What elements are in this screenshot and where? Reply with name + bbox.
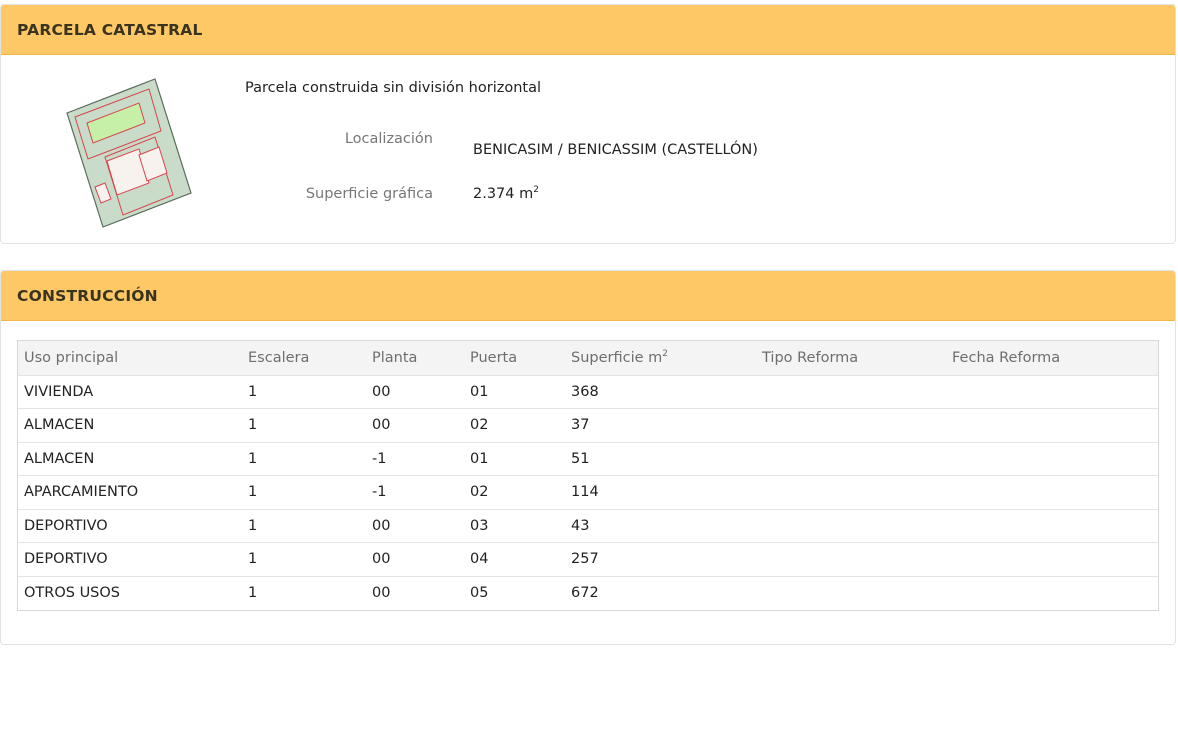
parcela-catastral-panel: PARCELA CATASTRAL Parcela construida sin… xyxy=(0,4,1176,244)
cell-superficie: 37 xyxy=(571,417,590,434)
cell-escalera: 1 xyxy=(248,417,258,434)
cell-tipo-reforma xyxy=(756,509,946,543)
cell-escalera: 1 xyxy=(248,551,258,568)
superficie-grafica-value: 2.374 m2 xyxy=(473,186,539,202)
col-header-superficie-exponent: 2 xyxy=(662,348,669,359)
cell-puerta: 05 xyxy=(470,585,489,601)
superficie-grafica-number: 2.374 m xyxy=(473,186,534,202)
cell-fecha-reforma xyxy=(946,576,1158,610)
cell-planta: 00 xyxy=(372,517,391,534)
cell-escalera: 1 xyxy=(248,450,258,467)
cell-puerta: 03 xyxy=(470,517,489,534)
cell-planta: -1 xyxy=(372,450,387,467)
cell-fecha-reforma xyxy=(946,543,1158,577)
col-header-planta[interactable]: Planta xyxy=(366,341,464,375)
parcela-catastral-header: PARCELA CATASTRAL xyxy=(1,5,1175,55)
construccion-header: CONSTRUCCIÓN xyxy=(1,271,1175,321)
cell-puerta: 04 xyxy=(470,551,489,568)
cell-uso: VIVIENDA xyxy=(24,383,94,400)
cell-puerta: 01 xyxy=(470,383,489,400)
cell-tipo-reforma xyxy=(756,576,946,610)
cell-superficie: 257 xyxy=(571,551,599,568)
table-row: OTROS USOS 1 00 05 672 xyxy=(18,576,1158,610)
cell-fecha-reforma xyxy=(946,509,1158,543)
table-row: DEPORTIVO 1 00 04 257 xyxy=(18,542,1158,577)
col-header-escalera[interactable]: Escalera xyxy=(242,341,366,375)
cell-fecha-reforma xyxy=(946,409,1158,443)
table-row: VIVIENDA 1 00 01 368 xyxy=(18,375,1158,409)
cell-superficie: 114 xyxy=(571,484,599,501)
table-row: APARCAMIENTO 1 -1 02 114 xyxy=(18,475,1158,510)
construccion-table: Uso principal Escalera Planta Puerta Sup… xyxy=(17,340,1159,611)
cell-uso: APARCAMIENTO xyxy=(24,484,139,501)
superficie-unit-exponent: 2 xyxy=(533,185,539,196)
table-row: ALMACEN 1 00 02 37 xyxy=(18,408,1158,443)
localizacion-value: BENICASIM / BENICASSIM (CASTELLÓN) xyxy=(473,142,758,158)
col-header-puerta[interactable]: Puerta xyxy=(464,341,565,375)
cell-tipo-reforma xyxy=(756,543,946,577)
cell-tipo-reforma xyxy=(756,442,946,476)
cell-superficie: 51 xyxy=(571,450,590,467)
cell-escalera: 1 xyxy=(248,585,258,601)
parcel-plan-image[interactable] xyxy=(63,75,195,231)
table-header-row: Uso principal Escalera Planta Puerta Sup… xyxy=(18,341,1158,375)
parcel-type-text: Parcela construida sin división horizont… xyxy=(245,80,541,96)
cell-fecha-reforma xyxy=(946,476,1158,510)
table-row: ALMACEN 1 -1 01 51 xyxy=(18,442,1158,476)
cell-tipo-reforma xyxy=(756,476,946,510)
cell-planta: 00 xyxy=(372,383,391,400)
cell-superficie: 672 xyxy=(571,585,599,601)
cell-tipo-reforma xyxy=(756,409,946,443)
cell-escalera: 1 xyxy=(248,383,258,400)
cell-escalera: 1 xyxy=(248,517,258,534)
col-header-superficie-label: Superficie m xyxy=(571,349,663,366)
cell-puerta: 02 xyxy=(470,484,489,501)
cell-planta: -1 xyxy=(372,484,387,501)
cell-tipo-reforma xyxy=(756,375,946,409)
table-row: DEPORTIVO 1 00 03 43 xyxy=(18,509,1158,543)
cell-uso: DEPORTIVO xyxy=(24,551,108,568)
col-header-superficie[interactable]: Superficie m2 xyxy=(565,341,756,375)
cell-planta: 00 xyxy=(372,551,391,568)
cell-superficie: 43 xyxy=(571,517,590,534)
localizacion-label: Localización xyxy=(344,131,433,147)
col-header-fecha-reforma[interactable]: Fecha Reforma xyxy=(946,341,1158,375)
cell-superficie: 368 xyxy=(571,383,599,400)
cell-fecha-reforma xyxy=(946,442,1158,476)
superficie-grafica-label: Superficie gráfica xyxy=(305,186,433,202)
cell-puerta: 01 xyxy=(470,450,489,467)
cell-uso: ALMACEN xyxy=(24,450,95,467)
cell-planta: 00 xyxy=(372,585,391,601)
construccion-panel: CONSTRUCCIÓN Uso principal Escalera Plan… xyxy=(0,270,1176,645)
cell-escalera: 1 xyxy=(248,484,258,501)
col-header-uso-principal[interactable]: Uso principal xyxy=(18,341,242,375)
cell-uso: ALMACEN xyxy=(24,417,95,434)
cell-uso: OTROS USOS xyxy=(24,585,121,601)
cell-fecha-reforma xyxy=(946,375,1158,409)
col-header-tipo-reforma[interactable]: Tipo Reforma xyxy=(756,341,946,375)
cell-uso: DEPORTIVO xyxy=(24,517,108,534)
cell-planta: 00 xyxy=(372,417,391,434)
cell-puerta: 02 xyxy=(470,417,489,434)
